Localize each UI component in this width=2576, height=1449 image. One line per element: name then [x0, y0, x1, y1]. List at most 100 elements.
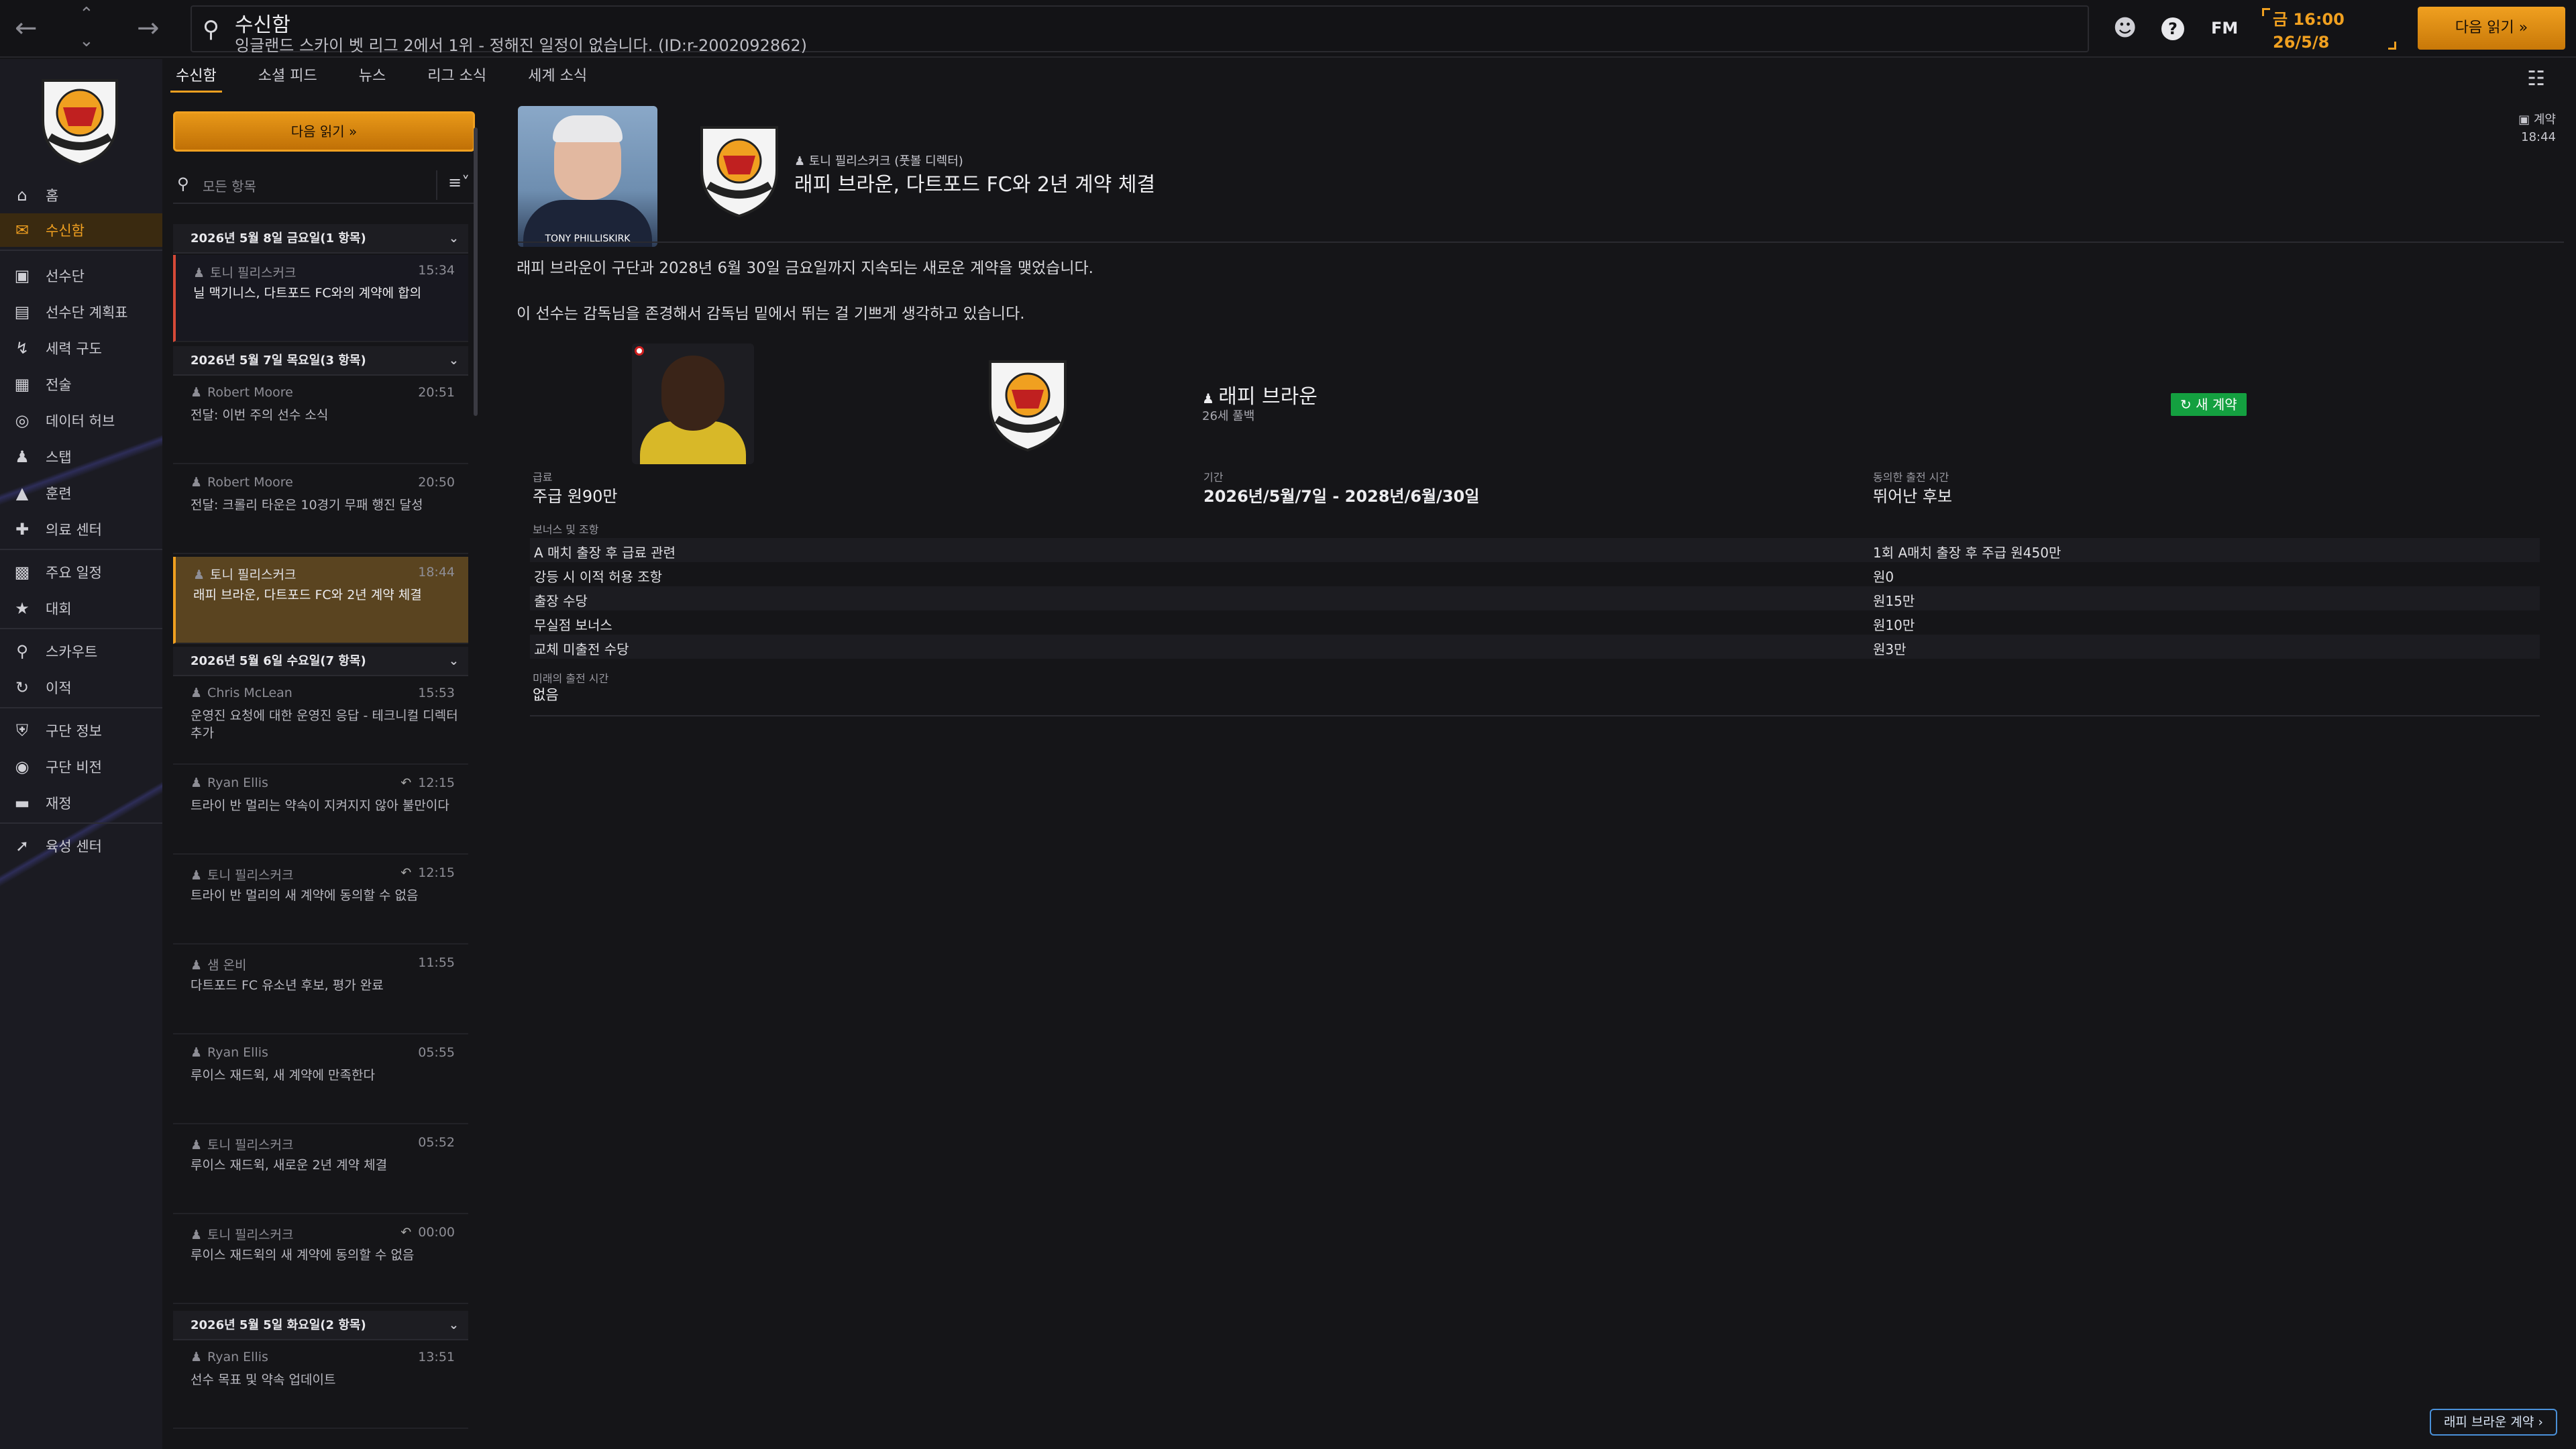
tab-news[interactable]: 뉴스	[354, 64, 391, 93]
player-contract-button[interactable]: 래피 브라운 계약 ›	[2430, 1409, 2557, 1436]
sidebar-item-medical[interactable]: ✚ 의료 센터	[0, 513, 162, 546]
message-subject: 선수 목표 및 약속 업데이트	[191, 1373, 336, 1387]
up-icon[interactable]: ⌃	[79, 5, 94, 23]
list-item[interactable]: ♟ Ryan Ellis 13:51 선수 목표 및 약속 업데이트	[173, 1342, 468, 1429]
message-subject: 루이스 재드윅, 새로운 2년 계약 체결	[191, 1158, 388, 1173]
home-icon: ⌂	[17, 186, 28, 205]
back-button[interactable]: ←	[15, 15, 38, 42]
sidebar-item-inbox[interactable]: ✉ 수신함	[0, 213, 162, 247]
sidebar-item-finances[interactable]: ▬ 재정	[0, 786, 162, 820]
tab-inbox[interactable]: 수신함	[170, 64, 222, 93]
list-item[interactable]: ♟ 토니 필리스커크 05:52 루이스 재드윅, 새로운 2년 계약 체결	[173, 1127, 468, 1214]
sidebar-item-label: 데이터 허브	[46, 413, 115, 429]
tab-social-feed[interactable]: 소셜 피드	[253, 64, 323, 93]
filter-bar[interactable]: ⚲ 모든 항목 ≡˅	[173, 166, 475, 204]
sidebar-item-development[interactable]: ➚ 육성 센터	[0, 829, 162, 863]
date-group-header[interactable]: 2026년 5월 8일 금요일(1 항목) ⌄	[173, 224, 468, 254]
date-group-header[interactable]: 2026년 5월 6일 수요일(7 항목) ⌄	[173, 647, 468, 676]
sidebar-item-competitions[interactable]: ★ 대회	[0, 592, 162, 625]
club-crest	[42, 79, 118, 166]
tab-world-news[interactable]: 세계 소식	[523, 64, 592, 93]
forward-button[interactable]: →	[137, 15, 160, 42]
sidebar-item-squad-planner[interactable]: ▤ 선수단 계획표	[0, 295, 162, 329]
list-item[interactable]: ♟ Ryan Ellis ↶ 12:15 트라이 반 멀리는 약속이 지켜지지 않아…	[173, 767, 468, 855]
person-icon: ♟	[191, 1138, 203, 1152]
reply-icon: ↶	[400, 865, 412, 880]
chevron-down-icon: ⌄	[448, 354, 459, 368]
sidebar-item-label: 전술	[46, 377, 72, 393]
list-item[interactable]: ♟ 토니 필리스커크 ↶ 12:15 트라이 반 멀리의 새 계약에 동의할 수 없…	[173, 857, 468, 945]
list-item[interactable]: ♟ Ryan Ellis 05:55 루이스 재드윅, 새 계약에 만족한다	[173, 1037, 468, 1124]
game-clock[interactable]: 금 16:00 26/5/8	[2273, 8, 2345, 54]
help-icon[interactable]: ?	[2161, 17, 2184, 40]
person-icon: ♟	[794, 154, 809, 168]
chevron-down-icon: ⌄	[448, 1318, 459, 1332]
list-item[interactable]: ♟ 토니 필리스커크 15:34 닐 맥기니스, 다트포드 FC와의 계약에 합의	[173, 255, 468, 342]
message-time: 13:51	[418, 1350, 455, 1364]
search-icon: ⚲	[177, 174, 189, 193]
message-subject: 루이스 재드윅의 새 계약에 동의할 수 없음	[191, 1248, 415, 1263]
player-photo[interactable]	[632, 343, 754, 464]
date-group-header[interactable]: 2026년 5월 5일 화요일(2 항목) ⌄	[173, 1311, 468, 1340]
sidebar-item-scouting[interactable]: ⚲ 스카우트	[0, 635, 162, 668]
filter-input[interactable]: 모든 항목	[203, 176, 256, 195]
search-bar[interactable]: ⚲ 수신함 잉글랜드 스카이 벳 리그 2에서 1위 - 정해진 일정이 없습니…	[191, 5, 2089, 55]
sort-menu-icon[interactable]: ≡˅	[448, 173, 470, 192]
player-face	[661, 356, 724, 431]
sidebar-item-staff[interactable]: ♟ 스탭	[0, 440, 162, 474]
fm-menu-logo[interactable]: FM	[2211, 19, 2238, 38]
list-item-selected[interactable]: ♟ 토니 필리스커크 18:44 래피 브라운, 다트포드 FC와 2년 계약 체…	[173, 557, 468, 644]
data-hub-icon: ◎	[15, 411, 30, 430]
bonus-row: A 매치 출장 후 급료 관련 1회 A매치 출장 후 주급 원450만	[530, 538, 2540, 562]
list-item[interactable]: ♟ Chris McLean 15:53 운영진 요청에 대한 운영진 응답 - …	[173, 678, 468, 765]
sidebar-item-label: 대회	[46, 601, 72, 617]
message-sender: ♟ 샘 온비	[191, 958, 247, 973]
club-crest[interactable]	[981, 352, 1075, 453]
page-status: 잉글랜드 스카이 벳 리그 2에서 1위 - 정해진 일정이 없습니다. (ID…	[235, 36, 808, 55]
message-time: 20:50	[418, 475, 455, 490]
club-crest[interactable]	[692, 118, 786, 219]
person-icon: ♟	[191, 868, 203, 883]
wage-value: 주급 원90만	[533, 487, 618, 506]
sidebar-item-dynamics[interactable]: ↯ 세력 구도	[0, 331, 162, 365]
layout-toggle-icon[interactable]: ☷	[2527, 67, 2545, 91]
person-icon: ♟	[191, 775, 203, 790]
sender-photo[interactable]: TONY PHILLISKIRK	[518, 106, 657, 247]
sidebar-divider	[0, 250, 162, 251]
message-sender: ♟ Robert Moore	[191, 475, 293, 490]
continue-button[interactable]: 다음 읽기 »	[2418, 7, 2565, 50]
message-subject: 닐 맥기니스, 다트포드 FC와의 계약에 합의	[193, 286, 422, 301]
date-group-header[interactable]: 2026년 5월 7일 목요일(3 항목) ⌄	[173, 346, 468, 376]
continue-reading-button[interactable]: 다음 읽기 »	[173, 111, 475, 152]
staff-icon: ♟	[15, 447, 30, 466]
sidebar-item-training[interactable]: ▲ 훈련	[0, 476, 162, 510]
player-age-position: 26세 풀백	[1202, 409, 1255, 423]
sidebar-item-data-hub[interactable]: ◎ 데이터 허브	[0, 404, 162, 437]
sidebar-item-transfers[interactable]: ↻ 이적	[0, 671, 162, 704]
sidebar-item-tactics[interactable]: ▦ 전술	[0, 368, 162, 401]
message-from[interactable]: ♟ 토니 필리스커크 (풋볼 디렉터)	[794, 152, 963, 169]
list-item[interactable]: ♟ 샘 온비 11:55 다트포드 FC 유소년 후보, 평가 완료	[173, 947, 468, 1034]
player-name-link[interactable]: ♟ 래피 브라운	[1202, 380, 1318, 409]
wage-label: 급료	[533, 471, 553, 484]
training-icon: ▲	[15, 484, 29, 502]
list-item[interactable]: ♟ 토니 필리스커크 ↶ 00:00 루이스 재드윅의 새 계약에 동의할 수 없음	[173, 1217, 468, 1304]
list-item[interactable]: ♟ Robert Moore 20:50 전달: 크롤리 타운은 10경기 무패 …	[173, 467, 468, 554]
bonus-value: 원0	[1873, 569, 1894, 585]
tab-league-news[interactable]: 리그 소식	[422, 64, 492, 93]
list-item[interactable]: ♟ Robert Moore 20:51 전달: 이번 주의 선수 소식	[173, 377, 468, 464]
bonus-value: 원10만	[1873, 617, 1915, 633]
sidebar-item-schedule[interactable]: ▩ 주요 일정	[0, 555, 162, 589]
down-icon[interactable]: ⌄	[79, 32, 94, 50]
sidebar-item-squad[interactable]: ▣ 선수단	[0, 259, 162, 292]
sidebar-item-home[interactable]: ⌂ 홈	[0, 178, 162, 212]
message-time: 15:34	[418, 263, 455, 278]
profile-icon[interactable]: ☻	[2113, 15, 2137, 42]
sidebar-item-club-vision[interactable]: ◉ 구단 비전	[0, 750, 162, 784]
sidebar-item-club-info[interactable]: ⛨ 구단 정보	[0, 714, 162, 747]
message-sender: ♟ Robert Moore	[191, 385, 293, 400]
person-icon: ♟	[191, 475, 203, 490]
transfer-icon: ↻	[15, 678, 30, 697]
list-scrollbar[interactable]	[474, 127, 478, 416]
bonus-name: 교체 미출전 수당	[534, 641, 629, 657]
